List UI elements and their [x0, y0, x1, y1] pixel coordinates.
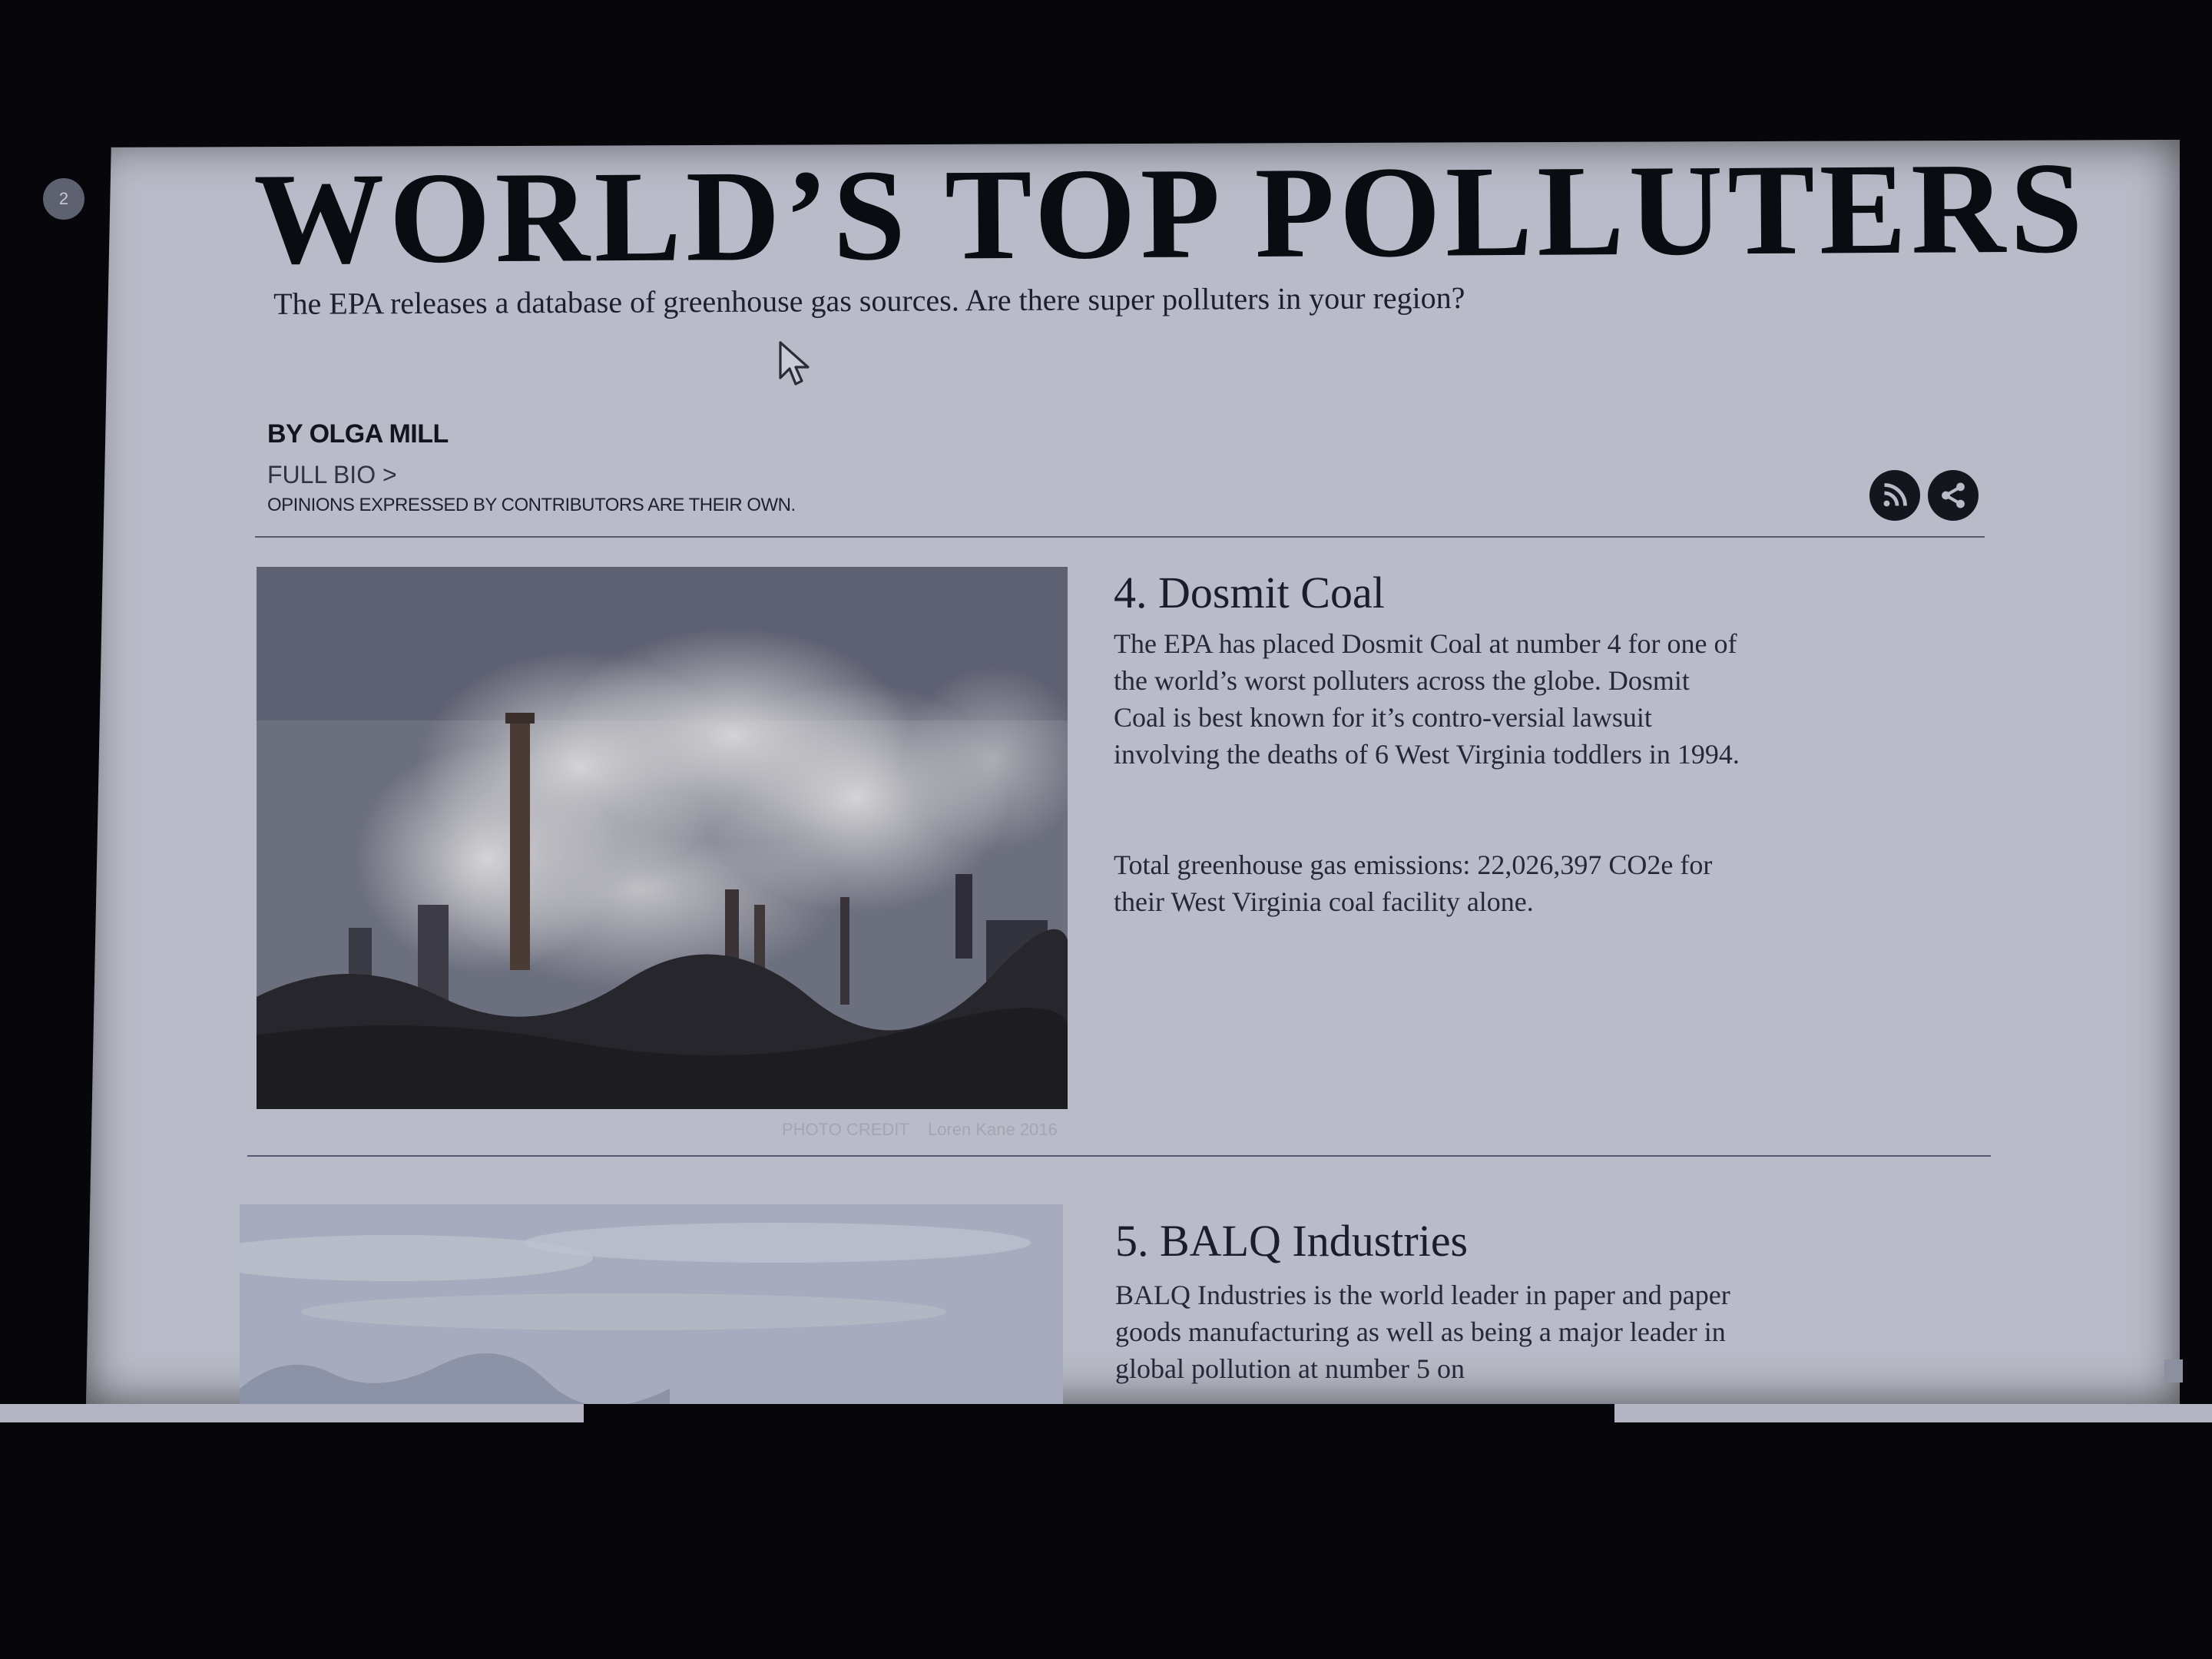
article-photo-smokestacks [257, 567, 1068, 1109]
photo-credit-name: Loren Kane 2016 [927, 1120, 1058, 1139]
article-body: BALQ Industries is the world leader in p… [1115, 1280, 1730, 1384]
article-divider [247, 1155, 1991, 1157]
article-photo-sky [240, 1204, 1063, 1404]
photo-credit-label: PHOTO CREDIT [782, 1120, 909, 1139]
share-icon [1942, 482, 1965, 508]
page-number-badge: 2 [43, 178, 84, 220]
bottom-scrollbar-right[interactable] [1614, 1404, 2212, 1422]
bottom-scrollbar-left[interactable] [0, 1404, 584, 1422]
header-divider [255, 536, 1985, 538]
author-byline: BY OLGA MILL [267, 419, 449, 449]
photo-credit: PHOTO CREDIT Loren Kane 2016 [782, 1120, 1058, 1140]
rss-button[interactable] [1869, 470, 1920, 521]
scroll-marker[interactable] [2164, 1359, 2183, 1382]
full-bio-link[interactable]: FULL BIO > [267, 461, 397, 489]
article-emissions-stat: Total greenhouse gas emissions: 22,026,3… [1114, 849, 1713, 917]
article-body: The EPA has placed Dosmit Coal at number… [1114, 628, 1740, 770]
page-subtitle: The EPA releases a database of greenhous… [273, 280, 1465, 321]
factory-photo [257, 567, 1068, 1109]
rss-icon [1883, 483, 1907, 507]
article-title: 4. Dosmit Coal [1114, 568, 1385, 618]
contributor-disclaimer: OPINIONS EXPRESSED BY CONTRIBUTORS ARE T… [267, 495, 796, 515]
mouse-cursor-icon [779, 341, 810, 386]
share-button[interactable] [1928, 470, 1979, 521]
article-page: WORLD’S TOP POLLUTERS The EPA releases a… [86, 140, 2180, 1404]
page-title: WORLD’S TOP POLLUTERS [253, 140, 2088, 291]
article-title: 5. BALQ Industries [1115, 1216, 1469, 1266]
clouds-photo [240, 1204, 1063, 1404]
